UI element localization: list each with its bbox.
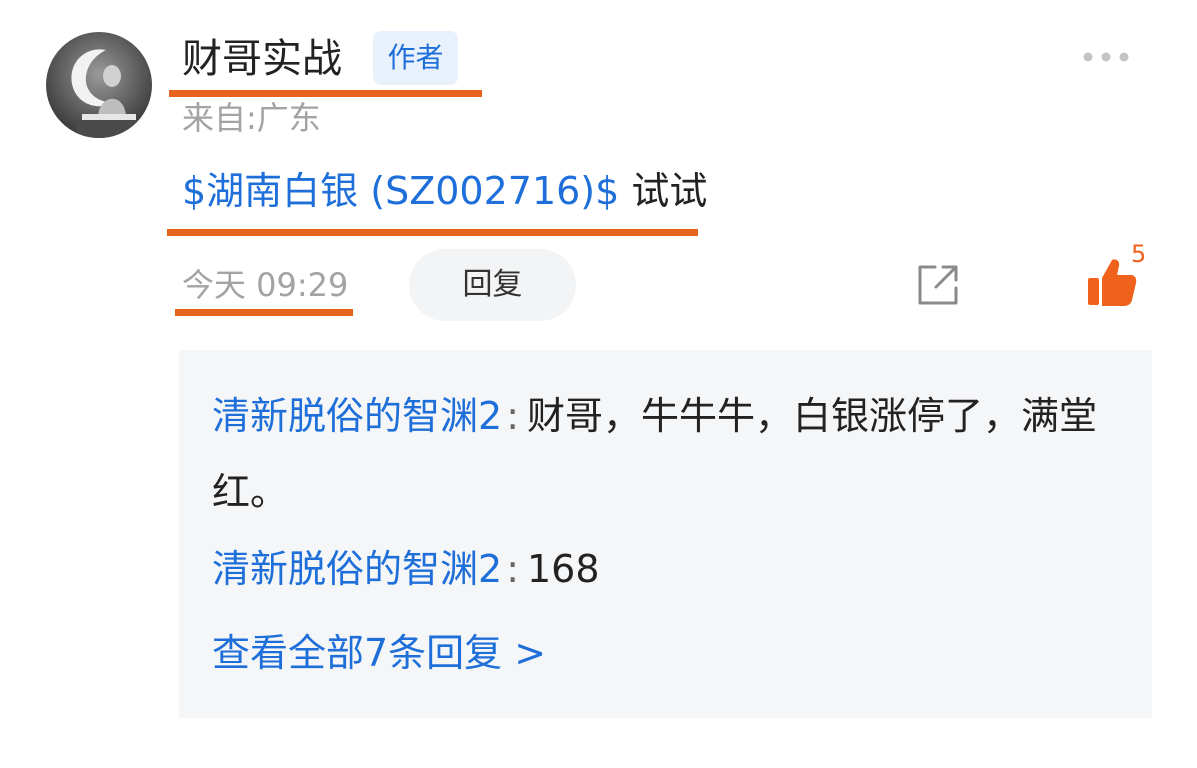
reply-button[interactable]: 回复	[409, 249, 576, 321]
reply-username[interactable]: 清新脱俗的智渊2	[212, 394, 502, 438]
like-count: 5	[1131, 240, 1147, 268]
reply-colon: :	[506, 394, 519, 438]
reply-username[interactable]: 清新脱俗的智渊2	[212, 547, 502, 591]
stock-link[interactable]: $湖南白银 (SZ002716)$	[182, 169, 619, 213]
share-icon[interactable]	[915, 262, 961, 308]
author-name[interactable]: 财哥实战	[182, 30, 342, 88]
more-dots-icon[interactable]	[1082, 49, 1130, 65]
post-content: $湖南白银 (SZ002716)$ 试试	[182, 164, 707, 218]
buddha-statue-avatar-icon	[46, 32, 152, 138]
author-badge: 作者	[373, 31, 458, 85]
reply-content: 168	[527, 547, 600, 591]
post-text: 试试	[619, 169, 708, 213]
reply-colon: :	[506, 547, 519, 591]
post-time: 今天 09:29	[182, 266, 349, 304]
reply-item[interactable]: 清新脱俗的智渊2: 财哥，牛牛牛，白银涨停了，满堂红。	[212, 378, 1122, 530]
author-location: 来自:广东	[182, 99, 321, 137]
reply-item[interactable]: 清新脱俗的智渊2:168	[212, 538, 1122, 600]
comment-card: 财哥实战 作者 来自:广东 $湖南白银 (SZ002716)$ 试试 今天 09…	[0, 0, 1197, 768]
annotation-underline	[169, 90, 482, 97]
annotation-underline	[175, 309, 353, 316]
annotation-underline	[167, 229, 698, 236]
view-all-replies-link[interactable]: 查看全部7条回复 >	[212, 622, 546, 684]
avatar[interactable]	[46, 32, 152, 138]
